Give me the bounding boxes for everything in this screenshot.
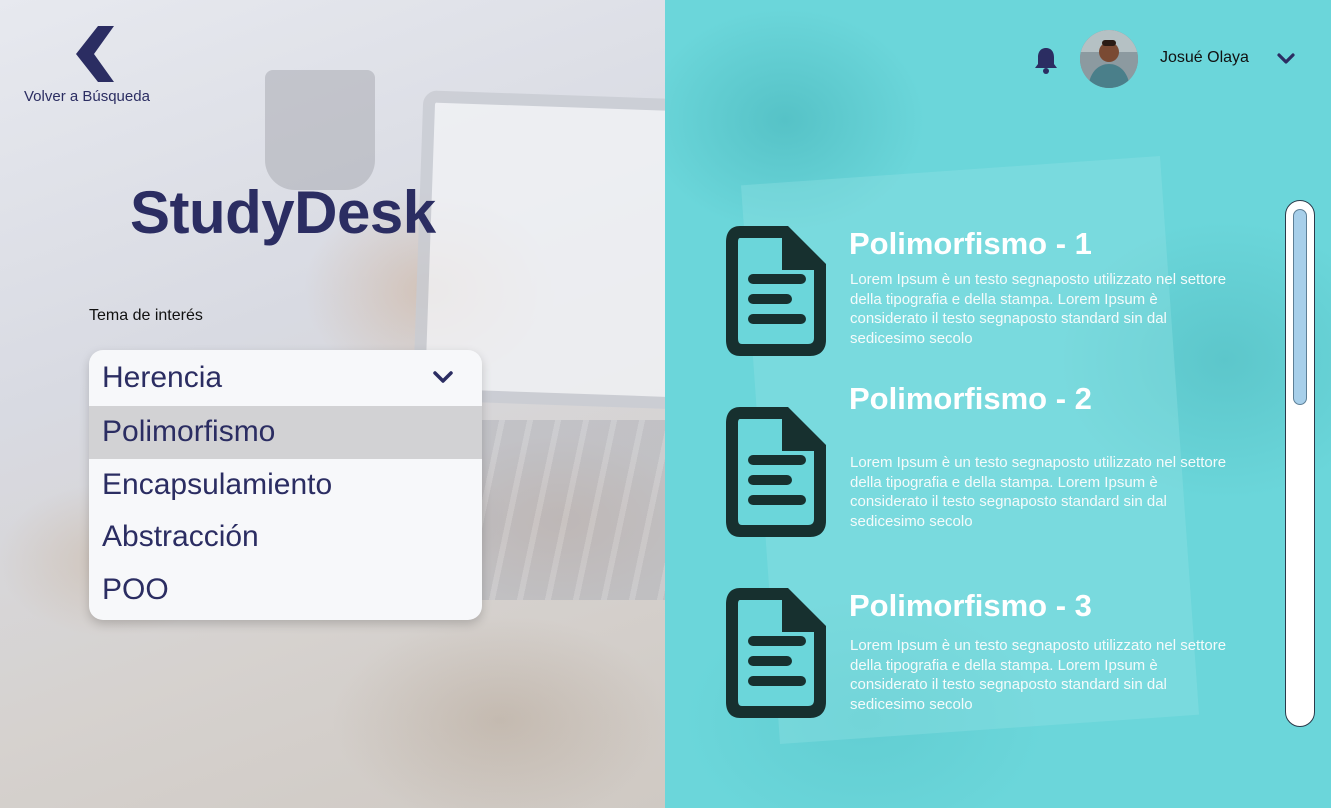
chevron-left-icon: [76, 26, 114, 82]
bell-icon[interactable]: [1033, 46, 1059, 74]
background-mug: [265, 70, 375, 190]
result-item[interactable]: Polimorfismo - 1 Lorem Ipsum è un testo …: [722, 222, 1331, 362]
dropdown-option[interactable]: Abstracción: [89, 511, 482, 564]
result-description: Lorem Ipsum è un testo segnaposto utiliz…: [850, 271, 1227, 347]
avatar[interactable]: [1080, 30, 1138, 88]
result-item[interactable]: Polimorfismo - 2 Lorem Ipsum è un testo …: [722, 381, 1331, 543]
result-item[interactable]: Polimorfismo - 3 Lorem Ipsum è un testo …: [722, 584, 1331, 724]
back-label: Volver a Búsqueda: [24, 88, 150, 105]
brand-title: StudyDesk: [130, 179, 436, 246]
result-title[interactable]: Polimorfismo - 1: [849, 226, 1092, 262]
chevron-down-icon[interactable]: [1276, 52, 1296, 66]
result-title[interactable]: Polimorfismo - 3: [849, 588, 1092, 624]
avatar-photo: [1080, 30, 1138, 88]
dropdown-option[interactable]: POO: [89, 564, 482, 617]
dropdown-selected-value[interactable]: Herencia: [89, 350, 482, 406]
topic-label: Tema de interés: [89, 307, 203, 324]
document-icon[interactable]: [722, 403, 830, 541]
document-icon[interactable]: [722, 584, 830, 722]
scrollbar-thumb[interactable]: [1293, 209, 1307, 405]
dropdown-option[interactable]: Encapsulamiento: [89, 459, 482, 512]
user-name[interactable]: Josué Olaya: [1160, 49, 1249, 67]
document-icon[interactable]: [722, 222, 830, 360]
back-to-search-link[interactable]: Volver a Búsqueda: [24, 24, 174, 108]
topic-dropdown[interactable]: Herencia Polimorfismo Encapsulamiento Ab…: [89, 350, 482, 620]
result-description: Lorem Ipsum è un testo segnaposto utiliz…: [850, 454, 1227, 530]
result-title[interactable]: Polimorfismo - 2: [849, 381, 1092, 417]
dropdown-option[interactable]: Polimorfismo: [89, 406, 482, 459]
result-description: Lorem Ipsum è un testo segnaposto utiliz…: [850, 637, 1227, 713]
chevron-down-icon[interactable]: [432, 369, 454, 385]
results-scrollbar[interactable]: [1285, 200, 1315, 727]
